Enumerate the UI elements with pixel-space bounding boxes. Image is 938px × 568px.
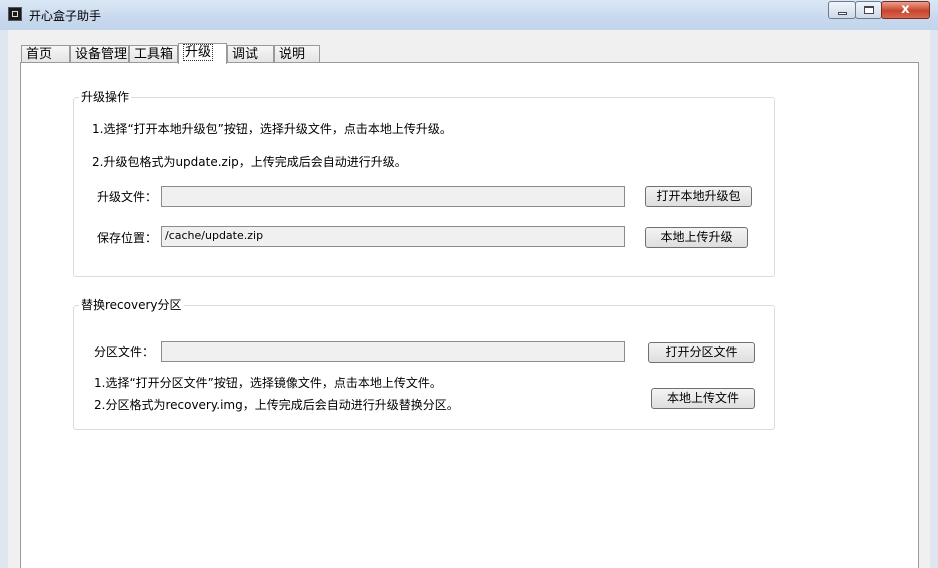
save-location-label: 保存位置： — [97, 231, 158, 245]
tab-debug[interactable]: 调试 — [227, 45, 274, 63]
tab-label: 工具箱 — [134, 47, 174, 62]
recovery-instruction-2: 2.分区格式为recovery.img，上传完成后会自动进行升级替换分区。 — [94, 398, 459, 412]
app-window: 开心盒子助手 x 首页 设备管理 工具箱 升级 调试 说明 升级操作 1.选择“… — [0, 0, 938, 568]
window-title: 开心盒子助手 — [29, 9, 102, 23]
recovery-group-title: 替换recovery分区 — [79, 297, 184, 313]
tab-toolbox[interactable]: 工具箱 — [129, 45, 178, 63]
upgrade-file-field[interactable] — [161, 186, 625, 207]
close-button[interactable]: x — [881, 1, 930, 19]
upgrade-instruction-1: 1.选择“打开本地升级包”按钮，选择升级文件，点击本地上传升级。 — [92, 122, 452, 136]
tab-label: 升级 — [183, 44, 214, 61]
minimize-button[interactable] — [828, 1, 856, 19]
local-upload-file-button[interactable]: 本地上传文件 — [651, 388, 755, 409]
tab-help[interactable]: 说明 — [274, 45, 320, 63]
tab-label: 说明 — [279, 47, 306, 62]
recovery-groupbox: 替换recovery分区 分区文件： 打开分区文件 1.选择“打开分区文件”按钮… — [73, 297, 775, 430]
open-partition-file-button[interactable]: 打开分区文件 — [648, 342, 755, 363]
upgrade-groupbox: 升级操作 1.选择“打开本地升级包”按钮，选择升级文件，点击本地上传升级。 2.… — [73, 89, 775, 277]
tab-home[interactable]: 首页 — [21, 45, 70, 63]
tab-label: 设备管理 — [75, 47, 128, 62]
upgrade-instruction-2: 2.升级包格式为update.zip，上传完成后会自动进行升级。 — [92, 155, 407, 169]
maximize-button[interactable] — [855, 1, 882, 19]
open-local-upgrade-package-button[interactable]: 打开本地升级包 — [645, 186, 752, 207]
save-location-field[interactable]: /cache/update.zip — [161, 226, 625, 247]
upgrade-tab-page: 升级操作 1.选择“打开本地升级包”按钮，选择升级文件，点击本地上传升级。 2.… — [20, 62, 919, 568]
upgrade-group-title: 升级操作 — [79, 89, 132, 105]
local-upload-upgrade-button[interactable]: 本地上传升级 — [645, 227, 748, 248]
partition-file-field[interactable] — [161, 341, 625, 362]
recovery-instruction-1: 1.选择“打开分区文件”按钮，选择镜像文件，点击本地上传文件。 — [94, 376, 442, 390]
tab-upgrade[interactable]: 升级 — [178, 43, 227, 64]
tab-label: 调试 — [232, 47, 259, 62]
client-area: 首页 设备管理 工具箱 升级 调试 说明 升级操作 1.选择“打开本地升级包”按… — [8, 30, 930, 568]
title-bar[interactable]: 开心盒子助手 x — [0, 0, 938, 30]
partition-file-label: 分区文件： — [94, 345, 155, 359]
app-icon — [8, 7, 22, 21]
tab-label: 首页 — [26, 47, 53, 62]
upgrade-file-label: 升级文件： — [97, 190, 158, 204]
tab-device-management[interactable]: 设备管理 — [70, 45, 129, 63]
